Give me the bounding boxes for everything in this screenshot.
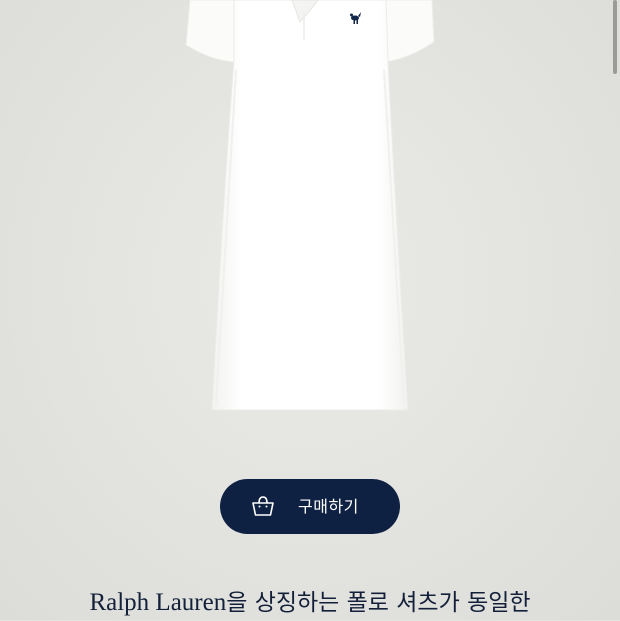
scrollbar[interactable]	[613, 0, 617, 74]
product-description: Ralph Lauren을 상징하는 폴로 셔츠가 동일한	[0, 585, 620, 621]
shopping-basket-icon	[252, 496, 274, 516]
buy-button-label: 구매하기	[298, 497, 359, 516]
brand-name: Ralph Lauren	[89, 589, 227, 616]
product-image	[185, 0, 435, 411]
dress-body	[211, 0, 409, 411]
dress-right-sleeve	[385, 0, 435, 63]
product-page: 구매하기 Ralph Lauren을 상징하는 폴로 셔츠가 동일한	[0, 0, 620, 620]
buy-button[interactable]: 구매하기	[220, 479, 400, 534]
dress-left-sleeve	[185, 0, 235, 63]
description-text: 을 상징하는 폴로 셔츠가 동일한	[226, 590, 531, 616]
